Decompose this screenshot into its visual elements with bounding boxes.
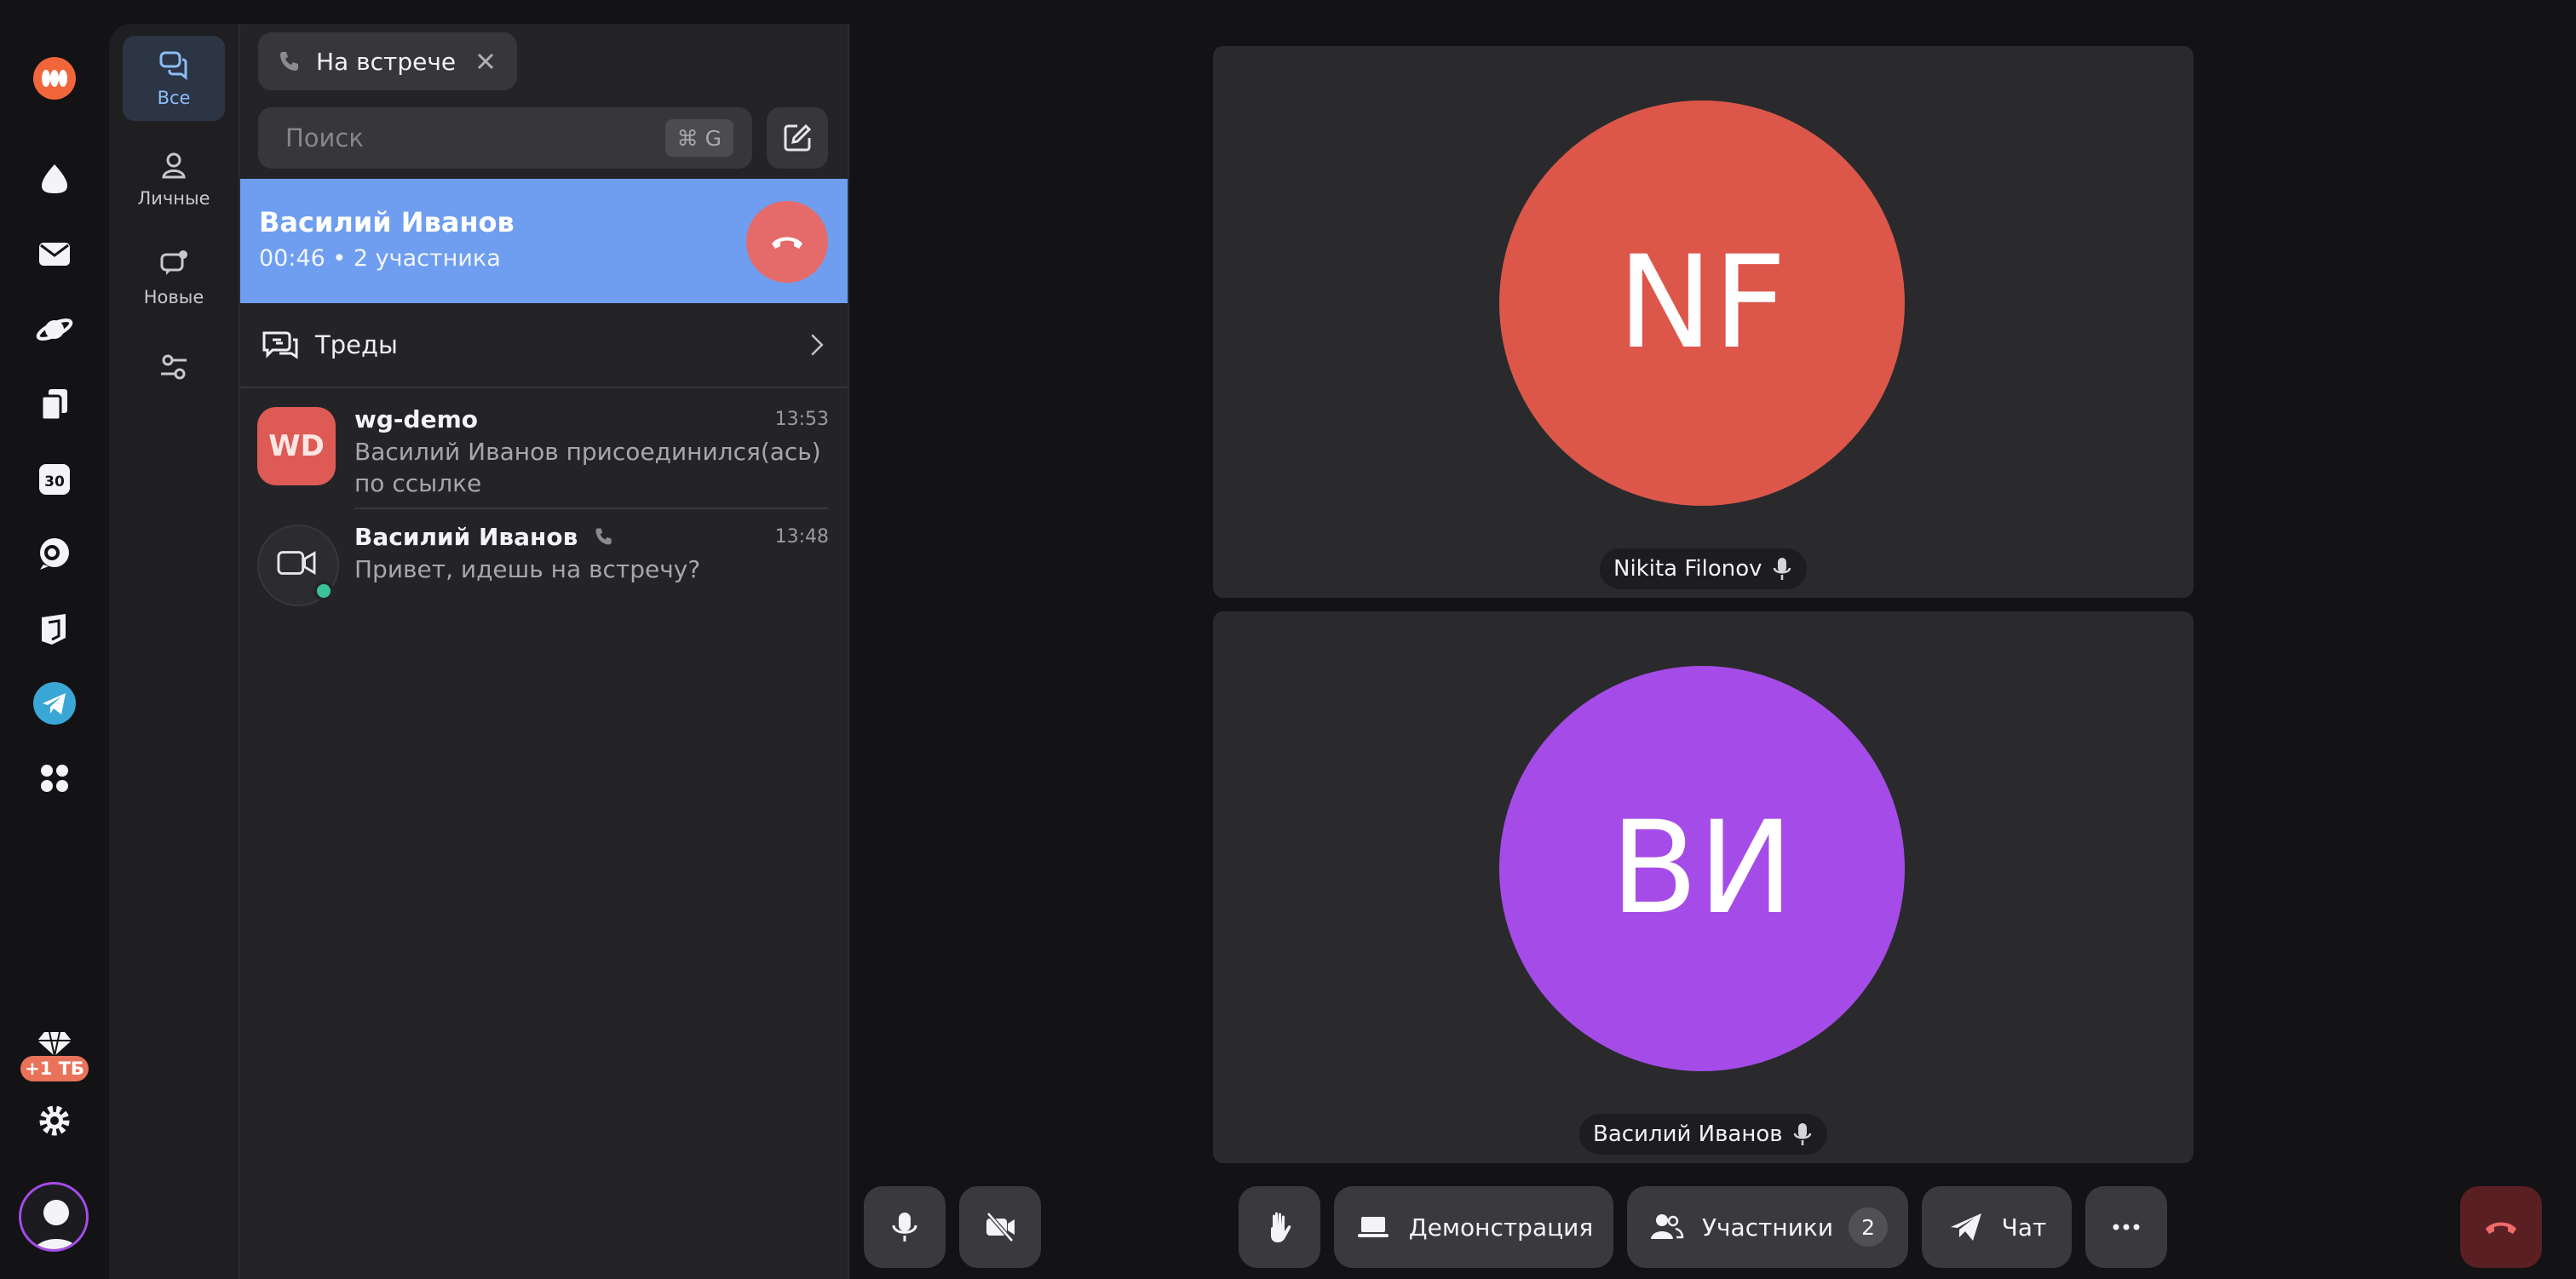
chat-button[interactable]: Чат (1922, 1186, 2072, 1268)
drop-icon[interactable] (24, 148, 85, 209)
folder-personal[interactable]: Личные (123, 136, 225, 221)
microphone-toggle-button[interactable] (864, 1186, 946, 1268)
mail-icon[interactable] (24, 223, 85, 284)
phone-icon (595, 528, 612, 545)
chat-item-wg-demo[interactable]: WD wg-demo 13:53 Василий Иванов присоеди… (240, 390, 848, 509)
folder-all[interactable]: Все (123, 36, 225, 121)
chat-title-text: Василий Иванов (354, 523, 578, 551)
folder-label: Личные (137, 188, 210, 209)
folder-label: Все (157, 88, 191, 108)
forms-icon[interactable] (24, 598, 85, 659)
microphone-icon (1793, 1123, 1811, 1145)
threads-row[interactable]: Треды (240, 303, 848, 388)
chat-title: wg-demo (354, 405, 478, 433)
participant-name-tag: Nikita Filonov (1600, 548, 1807, 589)
participant-tile-nf[interactable]: NF Nikita Filonov (1213, 46, 2194, 598)
svg-text:30: 30 (44, 473, 65, 490)
folder-label: Новые (143, 287, 204, 307)
camera-off-icon (986, 1212, 1015, 1242)
chat-avatar: WD (257, 407, 336, 485)
person-icon (162, 152, 186, 179)
messenger-logo-icon[interactable] (24, 48, 85, 109)
search-placeholder: Поиск (285, 123, 364, 152)
settings-gear-icon[interactable] (24, 1090, 85, 1151)
user-avatar[interactable] (19, 1182, 89, 1252)
online-indicator (313, 581, 334, 601)
end-call-button[interactable] (2460, 1186, 2542, 1268)
participants-button[interactable]: Участники 2 (1627, 1186, 1908, 1268)
participant-name: Nikita Filonov (1613, 556, 1762, 582)
participant-name: Василий Иванов (1593, 1121, 1783, 1147)
send-icon (1950, 1213, 1981, 1241)
threads-label: Треды (315, 330, 398, 359)
threads-icon (262, 331, 298, 359)
hangup-icon (2486, 1222, 2516, 1234)
chat-item-vasily[interactable]: Василий Иванов 13:48 Привет, идешь на вс… (240, 511, 848, 613)
planet-icon[interactable] (24, 298, 85, 359)
screen-share-icon (1357, 1217, 1389, 1237)
microphone-icon (1773, 558, 1791, 580)
meeting-chip-label: На встрече (316, 47, 457, 76)
folder-new[interactable]: Новые (123, 235, 225, 320)
storage-badge: +1 ТБ (20, 1056, 89, 1081)
folder-settings[interactable] (123, 341, 225, 400)
chat-title: Василий Иванов (354, 523, 615, 551)
more-dots-icon (2113, 1224, 2140, 1230)
participants-label: Участники (1701, 1213, 1834, 1242)
filter-settings-icon (161, 354, 187, 380)
phone-icon (280, 52, 298, 71)
chat-avatar (257, 525, 339, 606)
microphone-icon (892, 1213, 917, 1242)
chat-last-message: Василий Иванов присоединился(ась) по ссы… (354, 438, 821, 497)
meeting-filter-chip[interactable]: На встрече (258, 32, 517, 90)
more-options-button[interactable] (2085, 1186, 2167, 1268)
active-call-name: Василий Иванов (259, 206, 515, 238)
participant-tile-vi[interactable]: ВИ Василий Иванов (1213, 611, 2194, 1163)
telegram-icon[interactable] (24, 673, 85, 734)
close-icon[interactable] (473, 49, 498, 74)
search-shortcut: ⌘ G (664, 119, 733, 157)
documents-icon[interactable] (24, 373, 85, 434)
participant-avatar: NF (1499, 100, 1905, 506)
compose-button[interactable] (767, 107, 828, 169)
tracker-icon[interactable] (24, 523, 85, 584)
chevron-right-icon (811, 334, 824, 356)
chat-time: 13:48 (774, 526, 829, 548)
hangup-icon (772, 237, 802, 249)
participant-avatar: ВИ (1499, 666, 1905, 1071)
screen-share-label: Демонстрация (1408, 1213, 1594, 1242)
gift-icon (37, 1031, 72, 1057)
apps-grid-icon[interactable] (24, 748, 85, 809)
compose-icon (784, 123, 812, 152)
raise-hand-button[interactable] (1239, 1186, 1320, 1268)
active-call-row[interactable]: Василий Иванов 00:46 • 2 участника (240, 179, 848, 303)
folders-column: Все Личные Новые (109, 24, 239, 1279)
divider (354, 508, 828, 509)
unread-chat-icon (160, 250, 187, 275)
chat-last-message: Привет, идешь на встречу? (354, 555, 701, 583)
participant-name-tag: Василий Иванов (1579, 1114, 1827, 1155)
raise-hand-icon (1271, 1212, 1291, 1242)
calendar-icon[interactable]: 30 (24, 448, 85, 509)
chat-time: 13:53 (774, 409, 829, 430)
screen-share-button[interactable]: Демонстрация (1334, 1186, 1613, 1268)
hangup-button[interactable] (746, 201, 828, 283)
active-call-status: 00:46 • 2 участника (259, 245, 501, 272)
participants-count-badge: 2 (1849, 1207, 1889, 1247)
chats-icon (159, 51, 187, 81)
participants-icon (1650, 1214, 1684, 1239)
search-input[interactable]: Поиск ⌘ G (258, 107, 752, 169)
chat-label: Чат (2001, 1213, 2047, 1242)
camera-toggle-button[interactable] (959, 1186, 1041, 1268)
storage-promo[interactable]: +1 ТБ (20, 1025, 89, 1085)
app-rail: 30 +1 ТБ (0, 0, 109, 1279)
